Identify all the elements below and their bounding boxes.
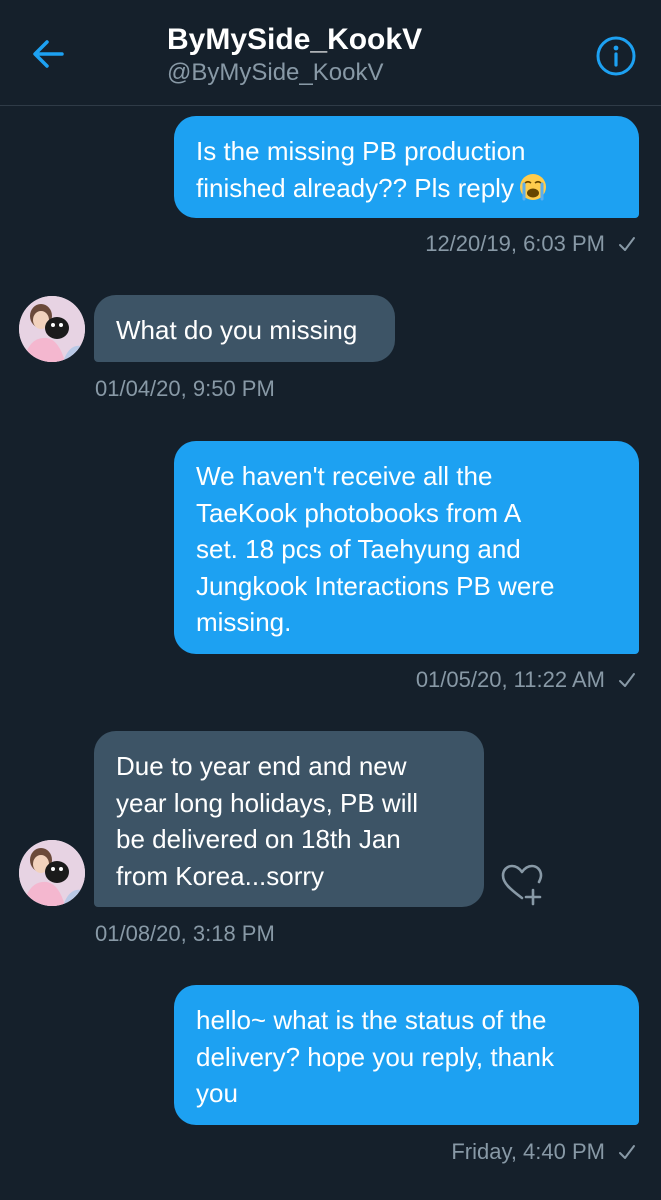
conversation-header: ByMySide_KookV @ByMySide_KookV	[0, 0, 661, 106]
message-timestamp: 12/20/19, 6:03 PM	[425, 230, 637, 261]
message-line: Due to year end and new	[116, 751, 407, 781]
conversation-title-block[interactable]: ByMySide_KookV @ByMySide_KookV	[167, 22, 422, 88]
sent-check-icon	[617, 233, 637, 261]
message-bubble-incoming[interactable]: What do you missing	[94, 295, 395, 362]
back-button[interactable]	[28, 34, 68, 74]
message-bubble-outgoing[interactable]: Is the missing PB production finished al…	[174, 116, 639, 218]
message-timestamp: 01/05/20, 11:22 AM	[416, 666, 637, 697]
message-line: from Korea...sorry	[116, 860, 325, 891]
message-line: finished already?? Pls reply	[196, 170, 617, 212]
message-line: missing.	[196, 607, 292, 637]
message-line: Is the missing PB production	[196, 136, 526, 166]
conversation-handle: @ByMySide_KookV	[167, 59, 384, 86]
message-timestamp: 01/08/20, 3:18 PM	[95, 921, 275, 946]
message-line: be delivered on 18th Jan	[116, 824, 401, 854]
arrow-left-icon	[33, 40, 64, 68]
message-bubble-incoming[interactable]: Due to year end and new year long holida…	[94, 731, 484, 907]
info-circle-icon	[596, 36, 636, 76]
message-bubble-outgoing[interactable]: We haven't receive all the TaeKook photo…	[174, 441, 639, 654]
message-line: Jungkook Interactions PB were	[196, 570, 555, 601]
conversation-title: ByMySide_KookV	[167, 23, 423, 56]
crying-face-emoji	[518, 172, 548, 212]
message-line: What do you missing	[116, 315, 358, 345]
message-bubble-outgoing[interactable]: hello~ what is the status of the deliver…	[174, 985, 639, 1125]
sent-check-icon	[617, 669, 637, 697]
message-line: TaeKook photobooks from A	[196, 497, 522, 528]
message-line: delivery? hope you reply, thank	[196, 1041, 554, 1072]
avatar[interactable]	[19, 296, 85, 362]
message-line: year long holidays, PB will	[116, 787, 419, 818]
message-line: We haven't receive all the	[196, 461, 493, 491]
avatar[interactable]	[19, 840, 85, 906]
message-line: you	[196, 1078, 238, 1108]
sent-check-icon	[617, 1141, 637, 1169]
heart-plus-icon	[501, 864, 543, 906]
message-line: hello~ what is the status of the	[196, 1005, 547, 1035]
like-message-button[interactable]	[500, 862, 544, 906]
info-button[interactable]	[595, 35, 637, 77]
message-line: set. 18 pcs of Taehyung and	[196, 534, 521, 564]
message-timestamp: 01/04/20, 9:50 PM	[95, 376, 275, 401]
message-timestamp: Friday, 4:40 PM	[451, 1138, 637, 1169]
